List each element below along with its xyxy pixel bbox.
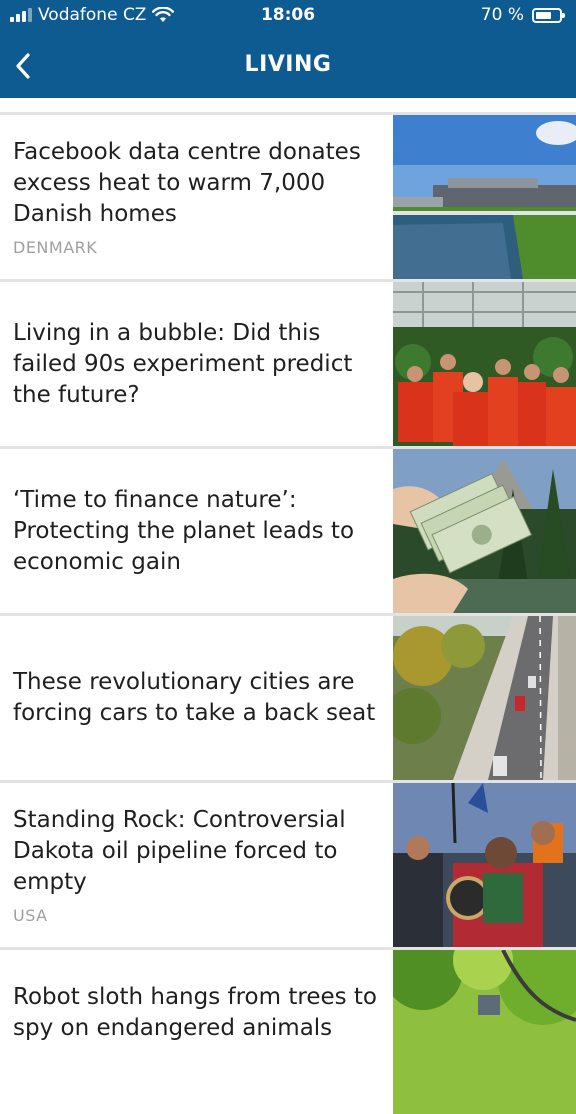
article-text: Living in a bubble: Did this failed 90s … — [13, 282, 381, 446]
battery-percent: 70 % — [480, 5, 524, 25]
article-headline: Living in a bubble: Did this failed 90s … — [13, 319, 353, 408]
status-right: 70 % — [480, 5, 565, 25]
article-item[interactable]: ‘Time to finance nature’: Protecting the… — [0, 446, 576, 613]
money-nature-photo — [393, 449, 576, 613]
protest-photo — [393, 783, 576, 947]
article-headline: Robot sloth hangs from trees to spy on e… — [13, 984, 378, 1041]
article-item[interactable]: Robot sloth hangs from trees to spy on e… — [0, 947, 576, 1114]
page-title: LIVING — [244, 52, 332, 77]
nav-bar: LIVING — [0, 34, 576, 98]
city-street-photo — [393, 616, 576, 780]
article-text: ‘Time to finance nature’: Protecting the… — [13, 449, 381, 613]
header-spacer — [0, 98, 576, 112]
article-headline: These revolutionary cities are forcing c… — [13, 669, 376, 726]
article-headline: Facebook data centre donates excess heat… — [13, 139, 361, 227]
article-item[interactable]: Standing Rock: Controversial Dakota oil … — [0, 780, 576, 947]
battery-icon — [532, 7, 565, 23]
article-text: These revolutionary cities are forcing c… — [13, 616, 381, 780]
article-item[interactable]: These revolutionary cities are forcing c… — [0, 613, 576, 780]
article-tag: DENMARK — [13, 238, 98, 257]
article-item[interactable]: Facebook data centre donates excess heat… — [0, 112, 576, 279]
article-text: Robot sloth hangs from trees to spy on e… — [13, 950, 381, 1114]
biosphere-crew-photo — [393, 282, 576, 446]
article-item[interactable]: Living in a bubble: Did this failed 90s … — [0, 279, 576, 446]
article-headline: ‘Time to finance nature’: Protecting the… — [13, 486, 355, 575]
article-headline: Standing Rock: Controversial Dakota oil … — [13, 807, 346, 895]
article-text: Standing Rock: Controversial Dakota oil … — [13, 783, 381, 947]
article-tag: USA — [13, 906, 48, 925]
status-bar: Vodafone CZ 18:06 70 % — [0, 0, 576, 34]
forest-photo — [393, 950, 576, 1114]
article-list: Facebook data centre donates excess heat… — [0, 112, 576, 1114]
article-text: Facebook data centre donates excess heat… — [13, 115, 381, 279]
data-centre-photo — [393, 115, 576, 279]
